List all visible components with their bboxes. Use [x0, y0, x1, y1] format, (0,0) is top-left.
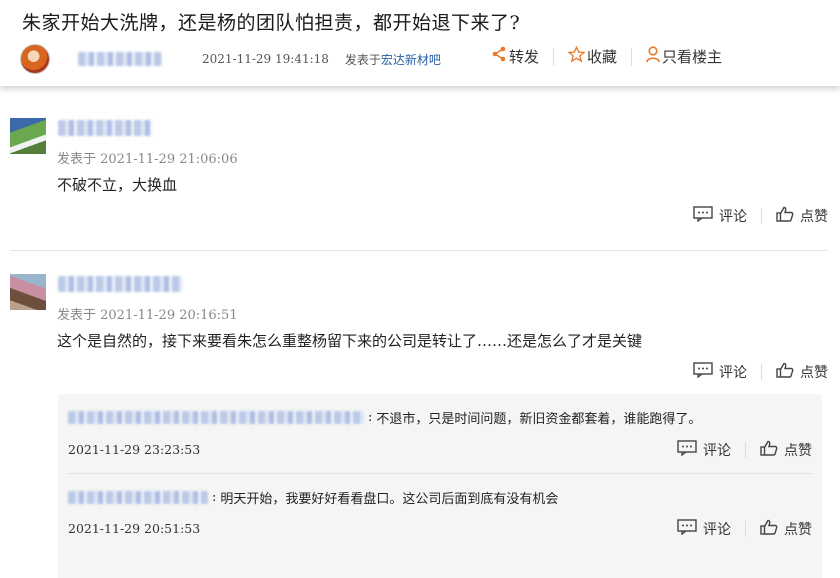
author-avatar[interactable] — [20, 44, 50, 74]
comment-icon — [693, 362, 713, 382]
comment-icon — [677, 440, 697, 460]
post-header: 朱家开始大洗牌，还是杨的团队怕担责，都开始退下来了? 2021-11-29 19… — [0, 0, 840, 86]
star-icon — [567, 45, 586, 67]
comment-label: 评论 — [719, 365, 747, 381]
comment-list: 发表于 2021-11-29 21:06:06 不破不立，大换血 评论 点赞 发… — [0, 86, 840, 578]
only-op-button[interactable]: 只看楼主 — [646, 46, 722, 67]
like-button[interactable]: 点赞 — [776, 362, 828, 382]
post-title: 朱家开始大洗牌，还是杨的团队怕担责，都开始退下来了? — [22, 12, 521, 34]
commenter-name-blurred[interactable] — [58, 276, 182, 292]
divider — [761, 208, 762, 224]
like-label: 点赞 — [800, 209, 828, 225]
commenter-avatar[interactable] — [10, 118, 46, 154]
thumbs-up-icon — [776, 362, 794, 382]
favorite-label: 收藏 — [586, 48, 617, 66]
comment-actions: 评论 点赞 — [693, 206, 828, 226]
comment-divider — [10, 250, 828, 251]
reply-time: 2021-11-29 23:23:53 — [68, 442, 201, 457]
post-time: 2021-11-29 19:41:18 — [202, 52, 329, 66]
comment-icon — [693, 206, 713, 226]
comment-text: 不破不立，大换血 — [57, 176, 178, 194]
reply-list: : 不退市，只是时间问题，新旧资金都套着，谁能跑得了。 2021-11-29 2… — [58, 394, 822, 578]
comment-time: 发表于 2021-11-29 21:06:06 — [57, 152, 238, 167]
post-meta: 2021-11-29 19:41:18 发表于宏达新材吧 转发 收藏 只看楼主 — [20, 44, 820, 74]
commenter-avatar[interactable] — [10, 274, 46, 310]
divider — [745, 442, 746, 458]
comment-label: 评论 — [719, 209, 747, 225]
reply-colon: : — [212, 490, 217, 505]
author-name-blurred[interactable] — [78, 52, 162, 66]
reply-text: 明天开始，我要好好看看盘口。这公司后面到底有没有机会 — [220, 492, 559, 507]
post-actions: 转发 收藏 只看楼主 — [491, 45, 722, 67]
reply-item: : 明天开始，我要好好看看盘口。这公司后面到底有没有机会 2021-11-29 … — [68, 474, 812, 574]
comment-item: 发表于 2021-11-29 20:16:51 这个是自然的，接下来要看朱怎么重… — [10, 272, 828, 394]
reply-actions: 评论 点赞 — [677, 519, 812, 539]
comment-icon — [677, 519, 697, 539]
only-op-label: 只看楼主 — [661, 48, 722, 66]
reply-item: : 不退市，只是时间问题，新旧资金都套着，谁能跑得了。 2021-11-29 2… — [68, 394, 812, 472]
divider — [552, 47, 554, 66]
reply-colon: : — [368, 410, 373, 425]
like-button[interactable]: 点赞 — [760, 440, 812, 460]
reply-line: : 明天开始，我要好好看看盘口。这公司后面到底有没有机会 — [68, 488, 558, 507]
person-icon — [646, 46, 660, 67]
comment-item: 发表于 2021-11-29 21:06:06 不破不立，大换血 评论 点赞 — [10, 116, 828, 236]
comment-label: 评论 — [703, 522, 731, 538]
comment-button[interactable]: 评论 — [693, 206, 747, 226]
comment-time: 发表于 2021-11-29 20:16:51 — [57, 308, 238, 323]
like-button[interactable]: 点赞 — [760, 519, 812, 539]
like-button[interactable]: 点赞 — [776, 206, 828, 226]
comment-button[interactable]: 评论 — [677, 440, 731, 460]
share-button[interactable]: 转发 — [491, 46, 539, 67]
comment-button[interactable]: 评论 — [677, 519, 731, 539]
favorite-button[interactable]: 收藏 — [567, 45, 617, 67]
reply-time: 2021-11-29 20:51:53 — [68, 521, 201, 536]
posted-in-prefix: 发表于 — [344, 52, 381, 67]
reply-line: : 不退市，只是时间问题，新旧资金都套着，谁能跑得了。 — [68, 408, 701, 427]
posted-in: 发表于宏达新材吧 — [345, 51, 441, 68]
replier-name-blurred[interactable] — [68, 411, 364, 424]
share-label: 转发 — [508, 48, 539, 66]
reply-actions: 评论 点赞 — [677, 440, 812, 460]
forum-link[interactable]: 宏达新材吧 — [381, 53, 441, 67]
comment-button[interactable]: 评论 — [693, 362, 747, 382]
divider — [745, 521, 746, 537]
reply-text: 不退市，只是时间问题，新旧资金都套着，谁能跑得了。 — [376, 412, 702, 427]
comment-text: 这个是自然的，接下来要看朱怎么重整杨留下来的公司是转让了……还是怎么了才是关键 — [57, 332, 643, 350]
thumbs-up-icon — [760, 519, 778, 539]
like-label: 点赞 — [800, 365, 828, 381]
comment-actions: 评论 点赞 — [693, 362, 828, 382]
thumbs-up-icon — [760, 440, 778, 460]
comment-label: 评论 — [703, 443, 731, 459]
thumbs-up-icon — [776, 206, 794, 226]
like-label: 点赞 — [784, 522, 812, 538]
replier-name-blurred[interactable] — [68, 491, 208, 504]
share-icon — [491, 46, 507, 67]
divider — [761, 364, 762, 380]
commenter-name-blurred[interactable] — [58, 120, 152, 136]
like-label: 点赞 — [784, 443, 812, 459]
divider — [630, 47, 632, 66]
